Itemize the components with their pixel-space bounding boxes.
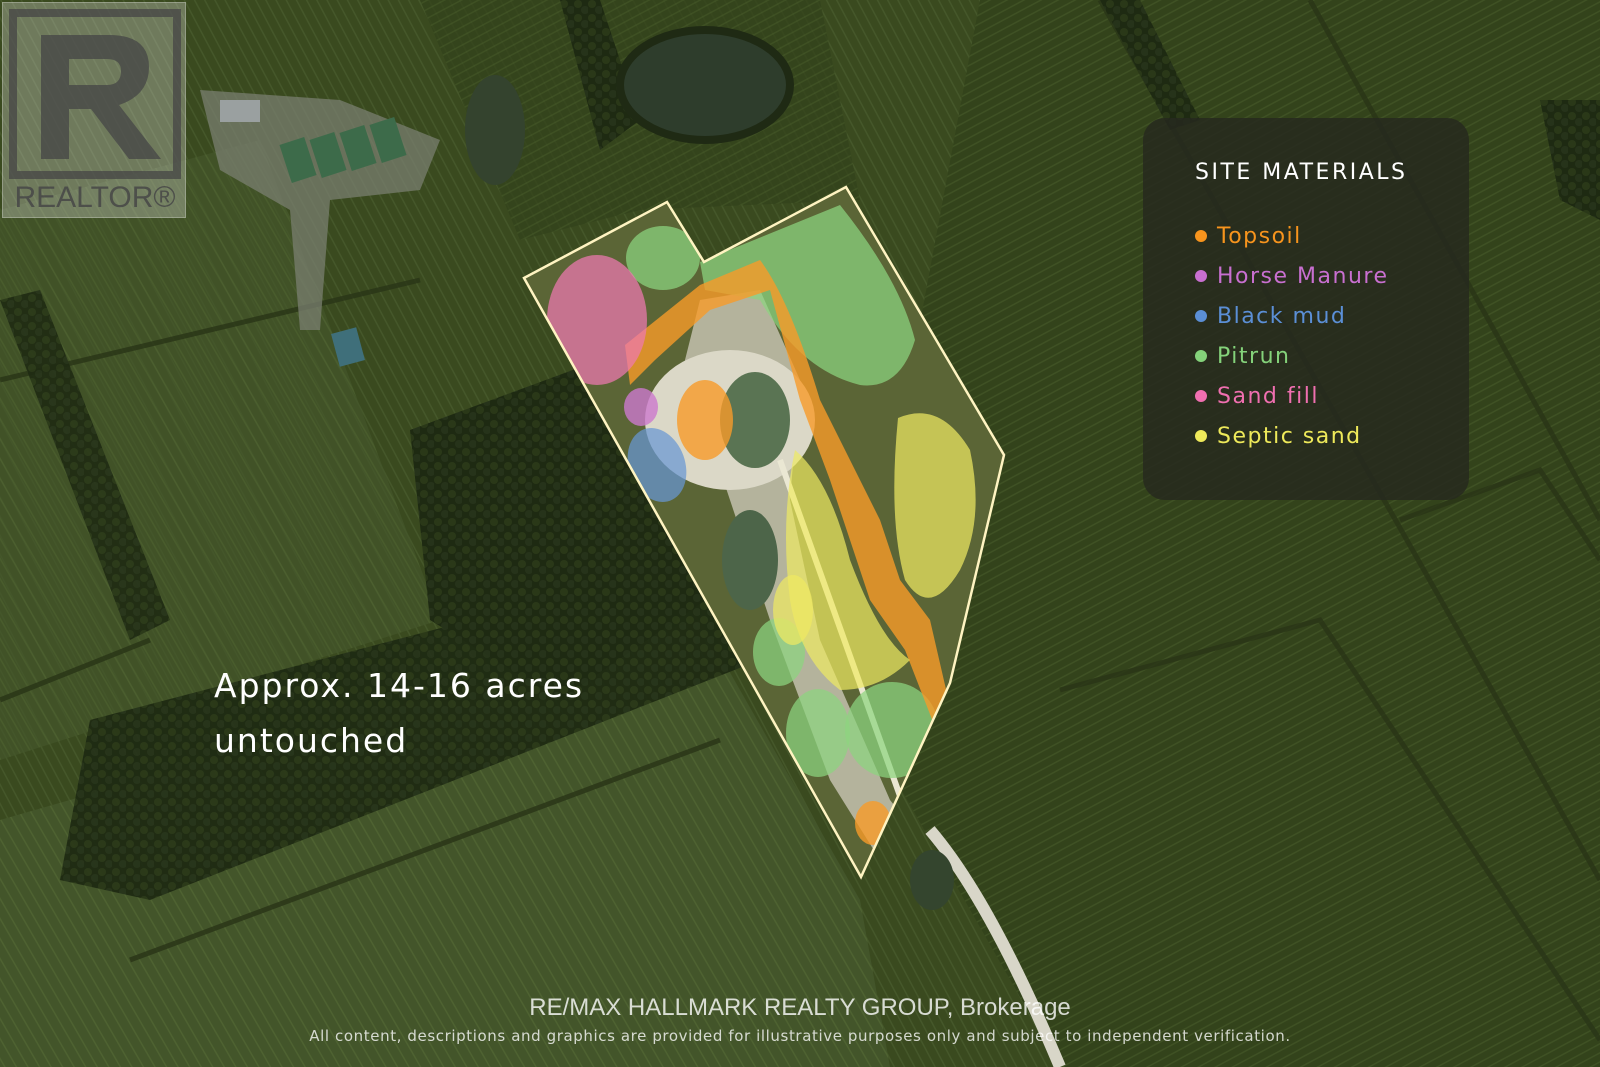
pond-northwest (465, 75, 525, 185)
realtor-logo-text: REALTOR® (14, 181, 176, 214)
legend-item-topsoil: Topsoil (1195, 216, 1388, 256)
pitrun-dot-icon (1195, 350, 1207, 362)
realtor-r-mark-icon (9, 9, 181, 179)
aerial-site-map: REALTOR® SITE MATERIALS Topsoil Horse Ma… (0, 0, 1600, 1067)
legend-item-label: Septic sand (1217, 423, 1362, 449)
topsoil-dot-icon (1195, 230, 1207, 242)
sand-fill-dot-icon (1195, 390, 1207, 402)
legend-item-label: Black mud (1217, 303, 1347, 329)
legend-item-label: Sand fill (1217, 383, 1319, 409)
legend-item-black-mud: Black mud (1195, 296, 1388, 336)
acreage-annotation: Approx. 14-16 acres untouched (214, 658, 584, 768)
horse-manure-dot-icon (1195, 270, 1207, 282)
legend-item-label: Horse Manure (1217, 263, 1389, 289)
legend-item-septic-sand: Septic sand (1195, 416, 1388, 456)
legend-item-label: Topsoil (1217, 223, 1302, 249)
realtor-logo: REALTOR® (2, 2, 186, 218)
pond-south (910, 850, 954, 910)
legend-item-pitrun: Pitrun (1195, 336, 1388, 376)
legend-list: Topsoil Horse Manure Black mud Pitrun Sa… (1195, 216, 1388, 456)
acreage-line-2: untouched (214, 721, 409, 760)
acreage-line-1: Approx. 14-16 acres (214, 666, 585, 705)
legend-item-horse-manure: Horse Manure (1195, 256, 1388, 296)
brokerage-credit: RE/MAX HALLMARK REALTY GROUP, Brokerage (529, 994, 1071, 1021)
legend-title: SITE MATERIALS (1195, 160, 1408, 185)
legend-item-label: Pitrun (1217, 343, 1291, 369)
pond-north (616, 26, 794, 144)
site-materials-legend: SITE MATERIALS Topsoil Horse Manure Blac… (1143, 118, 1469, 500)
septic-sand-dot-icon (1195, 430, 1207, 442)
legend-item-sand-fill: Sand fill (1195, 376, 1388, 416)
disclaimer-text: All content, descriptions and graphics a… (309, 1027, 1291, 1045)
black-mud-dot-icon (1195, 310, 1207, 322)
